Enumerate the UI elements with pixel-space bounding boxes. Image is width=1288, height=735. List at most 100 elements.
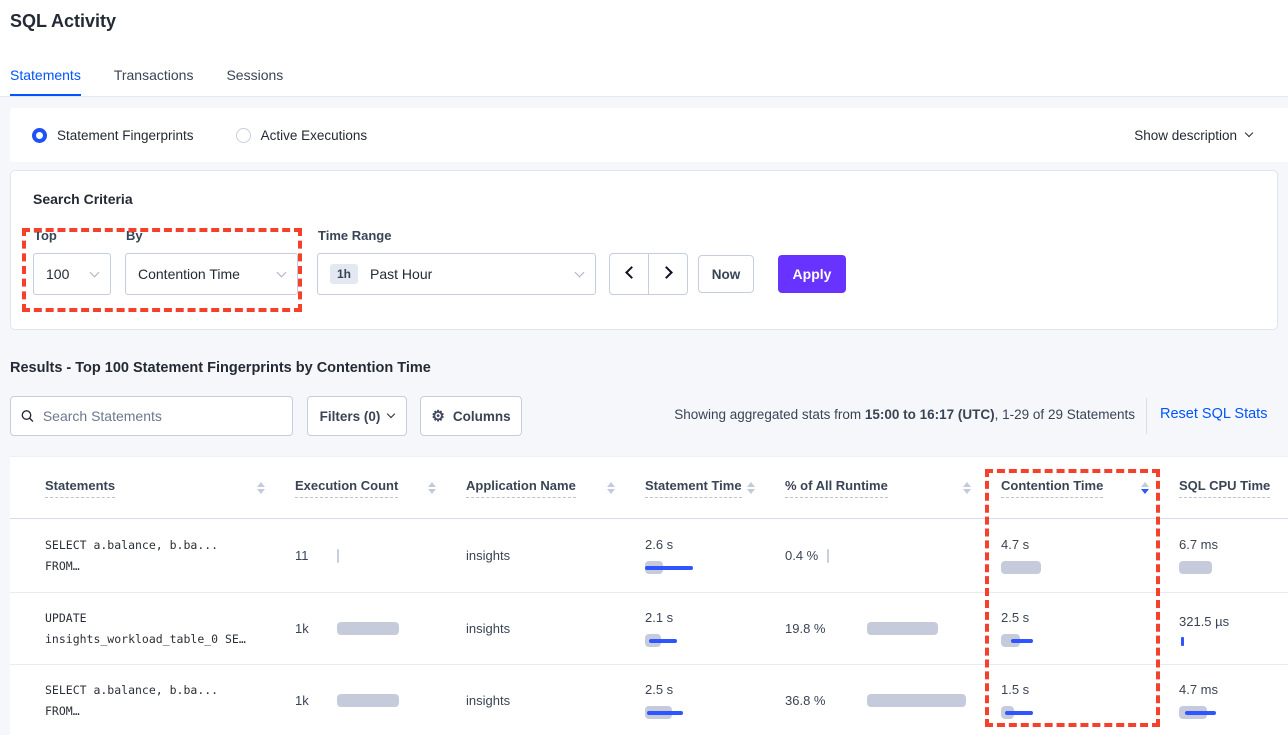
statement-cell[interactable]: UPDATE insights_workload_table_0 SE… — [10, 608, 295, 650]
sql-cpu-time-bar — [1179, 561, 1288, 574]
prev-time-button[interactable] — [609, 253, 649, 295]
search-criteria-heading: Search Criteria — [33, 191, 133, 207]
radio-selected-icon[interactable] — [32, 128, 47, 143]
chevron-down-icon — [277, 267, 287, 277]
results-heading: Results - Top 100 Statement Fingerprints… — [10, 360, 431, 376]
statement-line1: SELECT a.balance, b.ba... — [45, 535, 295, 556]
radio-statement-fingerprints[interactable]: Statement Fingerprints — [32, 128, 194, 143]
sort-icon[interactable] — [428, 482, 436, 494]
column-header-sql-cpu-time[interactable]: SQL CPU Time — [1179, 478, 1288, 498]
execution-count-cell: 1k — [295, 693, 466, 708]
column-header-label: % of All Runtime — [785, 478, 888, 498]
search-statements-input[interactable] — [43, 408, 282, 424]
runtime-pct-cell: 0.4 % — [785, 548, 1001, 563]
top-select-value: 100 — [46, 266, 69, 282]
chevron-down-icon — [1245, 129, 1253, 137]
column-header-execution-count[interactable]: Execution Count — [295, 478, 466, 498]
time-range-select[interactable]: 1h Past Hour — [317, 253, 596, 295]
execution-count-cell: 11 — [295, 548, 466, 563]
sql-cpu-time-cell: 6.7 ms — [1179, 537, 1288, 574]
statement-cell[interactable]: SELECT a.balance, b.ba... FROM… — [10, 535, 295, 577]
filters-button-label: Filters (0) — [320, 409, 381, 424]
application-cell: insights — [466, 693, 645, 708]
statement-cell[interactable]: SELECT a.balance, b.ba... FROM… — [10, 680, 295, 722]
apply-button[interactable]: Apply — [778, 255, 846, 293]
sql-cpu-time-cell: 321.5 µs — [1179, 612, 1288, 646]
by-select-value: Contention Time — [138, 266, 240, 282]
tab-statements[interactable]: Statements — [10, 67, 81, 96]
radio-unselected-icon[interactable] — [236, 128, 251, 143]
contention-time-value: 1.5 s — [1001, 682, 1179, 697]
sql-cpu-time-value: 321.5 µs — [1179, 612, 1231, 632]
column-header-label: Statement Time — [645, 478, 742, 498]
runtime-pct-value: 19.8 % — [785, 619, 829, 638]
aggregated-stats-text: Showing aggregated stats from 15:00 to 1… — [674, 407, 1135, 422]
statement-line2: insights_workload_table_0 SE… — [45, 629, 295, 650]
radio-label: Active Executions — [261, 128, 368, 143]
radio-active-executions[interactable]: Active Executions — [236, 128, 368, 143]
contention-time-bar — [1001, 706, 1179, 719]
statement-time-cell: 2.5 s — [645, 682, 785, 719]
column-header-application-name[interactable]: Application Name — [466, 478, 645, 498]
column-header-statement-time[interactable]: Statement Time — [645, 478, 785, 498]
columns-button[interactable]: ⚙ Columns — [420, 396, 522, 436]
top-select[interactable]: 100 — [33, 253, 111, 295]
column-header-label: Execution Count — [295, 478, 398, 498]
contention-time-bar — [1001, 561, 1179, 574]
search-icon — [21, 409, 34, 423]
runtime-pct-cell: 36.8 % — [785, 691, 1001, 710]
sort-icon[interactable] — [607, 482, 615, 494]
statement-time-value: 2.5 s — [645, 682, 785, 697]
tab-sessions[interactable]: Sessions — [226, 67, 283, 96]
column-header-label: Statements — [45, 478, 115, 498]
show-description-toggle[interactable]: Show description — [1134, 128, 1252, 143]
time-nav-buttons — [609, 253, 688, 295]
execution-count-cell: 1k — [295, 621, 466, 636]
table-row[interactable]: SELECT a.balance, b.ba... FROM… 11 insig… — [10, 519, 1288, 593]
statements-table: Statements Execution Count Application N… — [10, 456, 1288, 735]
statement-line2: FROM… — [45, 701, 295, 722]
statement-time-cell: 2.1 s — [645, 610, 785, 647]
search-statements-box — [10, 396, 293, 436]
now-button[interactable]: Now — [698, 255, 754, 293]
toolbar-divider — [1146, 398, 1147, 434]
sql-activity-page: SQL Activity Statements Transactions Ses… — [0, 0, 1288, 735]
sort-icon[interactable] — [257, 482, 265, 494]
chevron-left-icon — [625, 266, 638, 279]
contention-time-cell: 4.7 s — [1001, 537, 1179, 574]
tab-transactions[interactable]: Transactions — [114, 67, 194, 96]
reset-sql-stats-link[interactable]: Reset SQL Stats — [1160, 406, 1267, 422]
table-row[interactable]: UPDATE insights_workload_table_0 SE… 1k … — [10, 593, 1288, 665]
execution-count-bar — [337, 622, 466, 635]
statement-line1: UPDATE — [45, 608, 295, 629]
next-time-button[interactable] — [648, 253, 688, 295]
column-header-statements[interactable]: Statements — [10, 478, 295, 498]
sort-icon-active-desc[interactable] — [1141, 482, 1149, 494]
statement-time-bar — [645, 634, 785, 647]
column-header-runtime-pct[interactable]: % of All Runtime — [785, 478, 1001, 498]
filters-button[interactable]: Filters (0) — [307, 396, 407, 436]
by-select[interactable]: Contention Time — [125, 253, 298, 295]
sort-icon[interactable] — [963, 482, 971, 494]
sort-icon[interactable] — [747, 482, 755, 494]
sql-cpu-time-value: 4.7 ms — [1179, 682, 1288, 697]
sql-cpu-time-bar — [1179, 706, 1288, 719]
tab-bar: Statements Transactions Sessions — [10, 67, 283, 96]
bar-tick — [337, 549, 339, 563]
gear-icon: ⚙ — [431, 409, 444, 424]
stats-time-range: 15:00 to 16:17 (UTC) — [865, 407, 995, 422]
table-row[interactable]: SELECT a.balance, b.ba... FROM… 1k insig… — [10, 665, 1288, 735]
statement-time-cell: 2.6 s — [645, 537, 785, 574]
execution-count-value: 1k — [295, 693, 337, 708]
page-header: SQL Activity Statements Transactions Ses… — [0, 0, 1288, 97]
top-label: Top — [34, 228, 57, 243]
table-header-row: Statements Execution Count Application N… — [10, 457, 1288, 519]
runtime-pct-bar — [867, 694, 1001, 707]
sql-cpu-time-value: 6.7 ms — [1179, 537, 1288, 552]
column-header-contention-time[interactable]: Contention Time — [1001, 478, 1179, 498]
show-description-label: Show description — [1134, 128, 1237, 143]
runtime-pct-value: 0.4 % — [785, 548, 818, 563]
statement-time-value: 2.1 s — [645, 610, 785, 625]
chevron-down-icon — [575, 267, 585, 277]
runtime-pct-bar — [867, 622, 1001, 635]
